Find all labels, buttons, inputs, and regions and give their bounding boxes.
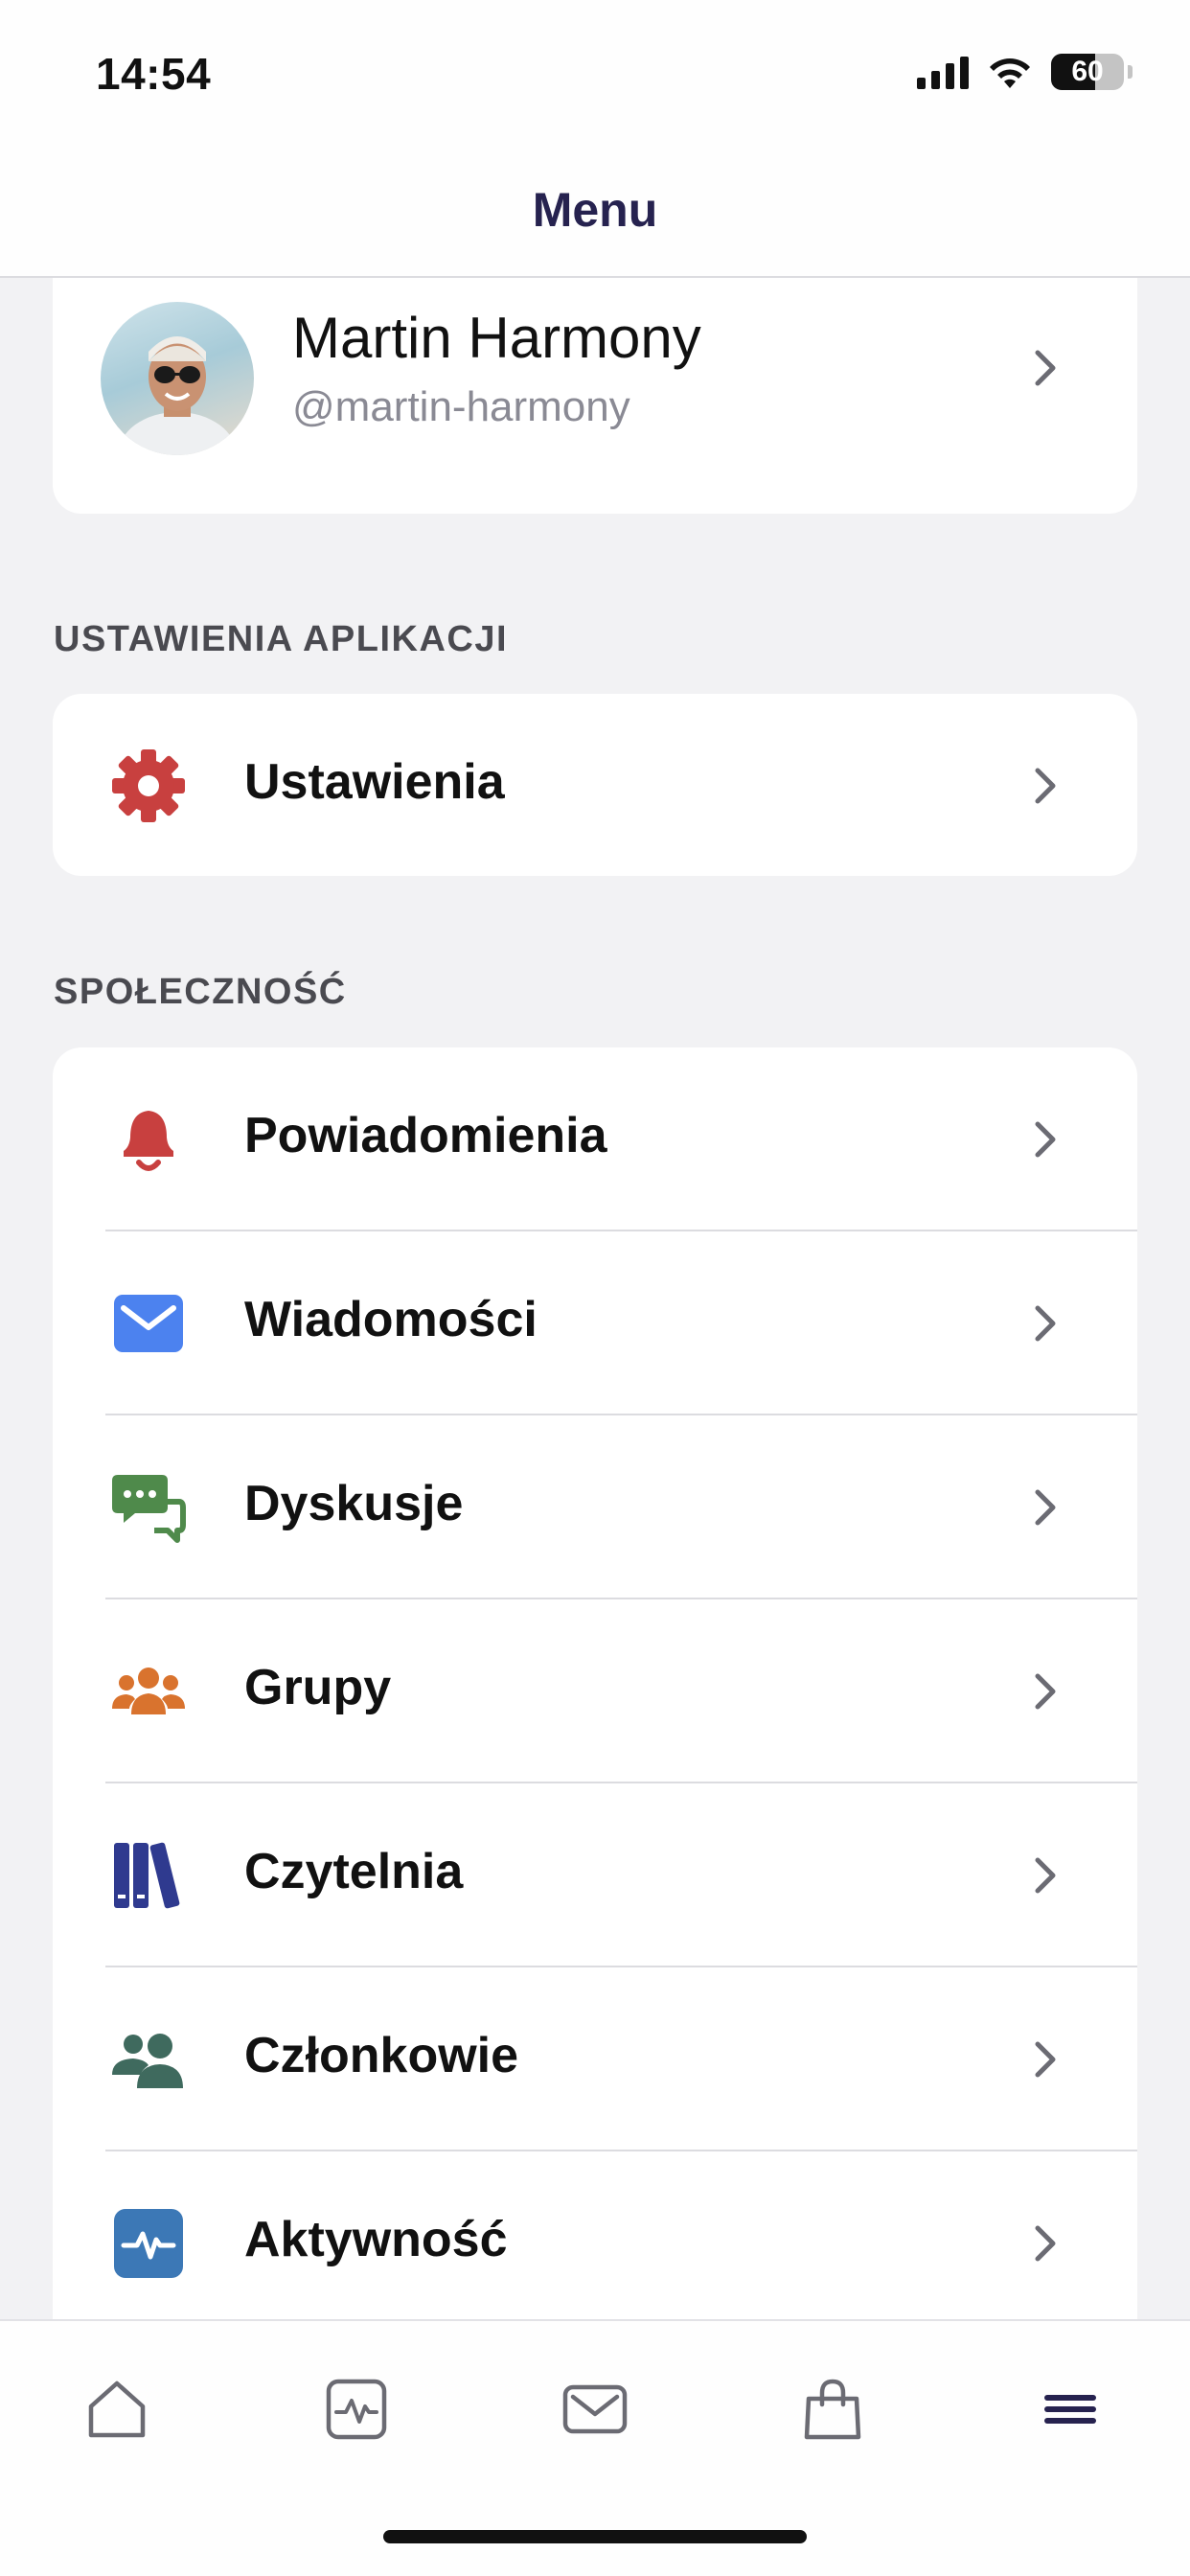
menu-icon: [1044, 2395, 1096, 2424]
envelope-icon: [110, 1285, 187, 1362]
menu-item-label: Aktywność: [244, 2212, 508, 2267]
bell-icon: [110, 1101, 187, 1178]
profile-card[interactable]: Martin Harmony @martin-harmony: [53, 278, 1137, 514]
menu-item-label: Grupy: [244, 1660, 392, 1715]
chat-bubbles-icon: [110, 1469, 187, 1546]
battery-icon: 60: [1051, 54, 1124, 90]
chevron-right-icon: [1035, 1121, 1056, 1158]
chevron-right-icon: [1035, 2225, 1056, 2262]
books-icon: [110, 1837, 187, 1914]
chevron-right-icon: [1035, 2041, 1056, 2078]
mail-tab-icon: [562, 2384, 628, 2434]
activity-tab-icon: [326, 2379, 387, 2440]
section-title-community: SPOŁECZNOŚĆ: [54, 972, 347, 1012]
profile-handle: @martin-harmony: [292, 383, 630, 430]
status-time: 14:54: [96, 49, 212, 99]
avatar: [101, 302, 254, 455]
tab-activity[interactable]: [318, 2371, 395, 2448]
tab-menu[interactable]: [1032, 2371, 1109, 2448]
menu-content[interactable]: Martin Harmony @martin-harmony USTAWIENI…: [0, 278, 1190, 2319]
members-icon: [110, 2021, 187, 2098]
menu-item-discussions[interactable]: Dyskusje: [53, 1415, 1137, 1599]
menu-item-reading-room[interactable]: Czytelnia: [53, 1783, 1137, 1967]
menu-item-label: Czytelnia: [244, 1844, 464, 1899]
menu-item-label: Dyskusje: [244, 1476, 464, 1531]
menu-item-notifications[interactable]: Powiadomienia: [53, 1047, 1137, 1231]
chevron-right-icon: [1035, 1857, 1056, 1894]
page-title: Menu: [532, 183, 658, 237]
status-indicators: 60: [917, 54, 1133, 90]
menu-item-messages[interactable]: Wiadomości: [53, 1231, 1137, 1415]
menu-item-groups[interactable]: Grupy: [53, 1599, 1137, 1783]
menu-item-label: Ustawienia: [244, 754, 505, 810]
status-bar: 14:54 60: [0, 0, 1190, 144]
gear-icon: [110, 748, 187, 824]
group-icon: [110, 1653, 187, 1730]
chevron-right-icon: [1035, 1489, 1056, 1526]
home-indicator[interactable]: [383, 2530, 807, 2543]
chevron-right-icon: [1035, 350, 1056, 386]
shopping-bag-icon: [804, 2379, 861, 2440]
profile-name: Martin Harmony: [292, 306, 701, 370]
home-icon: [88, 2380, 146, 2438]
community-card: Powiadomienia Wiadomości Dyskusje Grupy …: [53, 1047, 1137, 2319]
chevron-right-icon: [1035, 1305, 1056, 1342]
cellular-signal-icon: [917, 55, 969, 89]
menu-item-label: Powiadomienia: [244, 1108, 607, 1163]
battery-cap: [1128, 65, 1133, 79]
tab-shop[interactable]: [794, 2371, 871, 2448]
menu-item-label: Wiadomości: [244, 1292, 538, 1347]
tab-home[interactable]: [79, 2371, 155, 2448]
menu-item-activity[interactable]: Aktywność: [53, 2151, 1137, 2319]
menu-item-label: Członkowie: [244, 2028, 519, 2083]
wifi-icon: [990, 58, 1030, 88]
chevron-right-icon: [1035, 768, 1056, 804]
menu-item-members[interactable]: Członkowie: [53, 1967, 1137, 2151]
chevron-right-icon: [1035, 1673, 1056, 1710]
section-title-app-settings: USTAWIENIA APLIKACJI: [54, 619, 509, 659]
navigation-bar: Menu: [0, 144, 1190, 278]
activity-icon: [110, 2205, 187, 2282]
battery-percentage: 60: [1071, 56, 1104, 87]
settings-card: Ustawienia: [53, 694, 1137, 876]
menu-item-settings[interactable]: Ustawienia: [53, 694, 1137, 878]
tab-messages[interactable]: [557, 2371, 633, 2448]
